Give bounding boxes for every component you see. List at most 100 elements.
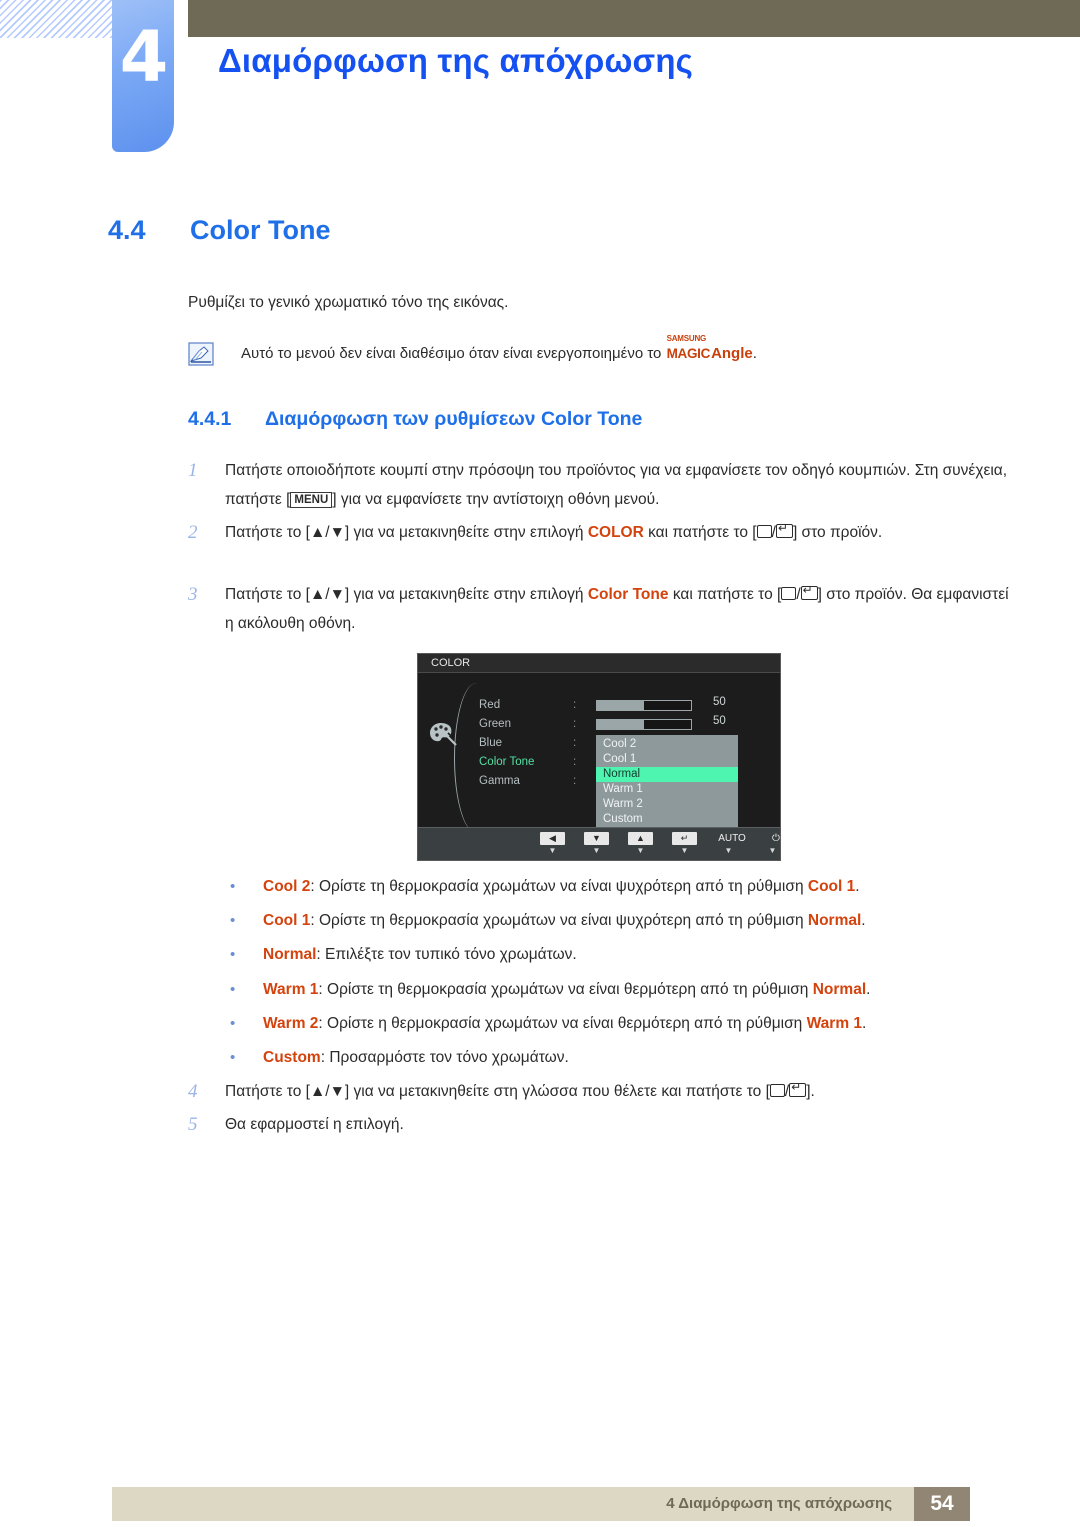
step-5-text: Θα εφαρμοστεί η επιλογή. (225, 1116, 404, 1133)
osd-menu-screenshot: COLOR Red Green Blue Color Tone Gamma : … (417, 653, 781, 861)
page-header: 4 Διαμόρφωση της απόχρωσης (0, 0, 1080, 172)
source-key-icon (781, 587, 797, 600)
step-1-part2: ] για να εμφανίσετε την αντίστοιχη οθόνη… (332, 491, 660, 508)
list-item: • Cool 2: Ορίστε τη θερμοκρασία χρωμάτων… (228, 877, 860, 897)
note-text: Αυτό το μενού δεν είναι διαθέσιμο όταν ε… (241, 335, 757, 363)
osd-slider-red-fill (597, 701, 644, 710)
bullet-body: : Επιλέξτε τον τυπικό τόνο χρωμάτων. (316, 946, 577, 963)
step-2-part3: ] στο προϊόν. (792, 524, 883, 541)
list-item: • Custom: Προσαρμόστε τον τόνο χρωμάτων. (228, 1048, 569, 1068)
enter-arrow-icon: ↵ (672, 832, 697, 845)
osd-slider-green-fill (597, 720, 644, 729)
chapter-number: 4 (119, 16, 169, 98)
logo-magic-text: MAGIC (666, 346, 711, 361)
step-4: 4 Πατήστε το [▲/▼] για να μετακινηθείτε … (188, 1077, 1015, 1106)
bullet-term: Cool 2 (263, 878, 311, 895)
step-1-number: 1 (188, 460, 198, 481)
subsection-number: 4.4.1 (188, 408, 232, 430)
list-item: • Normal: Επιλέξτε τον τυπικό τόνο χρωμά… (228, 945, 577, 965)
osd-colon-gamma: : (573, 775, 577, 787)
osd-option-cool-1[interactable]: Cool 1 (596, 752, 738, 767)
bullet-body: : Ορίστε τη θερμοκρασία χρωμάτων να είνα… (310, 878, 808, 895)
osd-button-group: ◀ ▼ ▼ ▼ ▲ ▼ ↵ ▼ AUTO ▼ ⏻ ▼ (540, 832, 785, 855)
bullet-term: Custom (263, 1049, 321, 1066)
step-2-text: Πατήστε το [▲/▼] για να μετακινηθείτε στ… (225, 518, 1015, 547)
footer-chapter-label: 4 Διαμόρφωση της απόχρωσης (666, 1495, 892, 1512)
chapter-title: Διαμόρφωση της απόχρωσης (218, 42, 694, 79)
osd-option-cool-2[interactable]: Cool 2 (596, 737, 738, 752)
samsung-magic-logo: SAMSUNG MAGIC (666, 335, 711, 362)
osd-color-tone-dropdown[interactable]: Cool 2 Cool 1 Normal Warm 1 Warm 2 Custo… (596, 735, 738, 829)
down-arrow-button[interactable]: ▼ ▼ (584, 832, 609, 855)
bullet-term: Warm 2 (263, 1015, 319, 1032)
section-title: Color Tone (190, 215, 331, 245)
enter-key-icon (775, 524, 793, 538)
step-4-part1: Πατήστε το [▲/▼] για να μετακινηθείτε στ… (225, 1083, 770, 1100)
bullet-text: Warm 2: Ορίστε η θερμοκρασία χρωμάτων να… (263, 1014, 866, 1034)
subsection-title: Διαμόρφωση των ρυθμίσεων Color Tone (265, 408, 643, 430)
step-3-number: 3 (188, 584, 198, 605)
bullet-tail: . (866, 981, 871, 998)
subsection-heading: 4.4.1 Διαμόρφωση των ρυθμίσεων Color Ton… (188, 408, 642, 431)
osd-value-red: 50 (713, 696, 726, 708)
bullet-text: Warm 1: Ορίστε τη θερμοκρασία χρωμάτων ν… (263, 980, 870, 1000)
step-2: 2 Πατήστε το [▲/▼] για να μετακινηθείτε … (188, 518, 1015, 547)
step-2-part1: Πατήστε το [▲/▼] για να μετακινηθείτε στ… (225, 524, 584, 541)
osd-option-custom[interactable]: Custom (596, 812, 738, 827)
bullet-term-2: Normal (812, 981, 867, 998)
bullet-text: Cool 1: Ορίστε τη θερμοκρασία χρωμάτων ν… (263, 911, 866, 931)
page-footer: 4 Διαμόρφωση της απόχρωσης 54 (112, 1487, 970, 1521)
enter-key-icon (789, 1083, 807, 1097)
color-palette-icon (429, 721, 459, 747)
bullet-term: Cool 1 (263, 912, 311, 929)
left-arrow-button[interactable]: ◀ ▼ (540, 832, 565, 855)
osd-option-normal[interactable]: Normal (596, 767, 738, 782)
page-number: 54 (914, 1487, 970, 1521)
list-item: • Warm 1: Ορίστε τη θερμοκρασία χρωμάτων… (228, 980, 870, 1000)
osd-body: Red Green Blue Color Tone Gamma : : : : … (418, 673, 780, 833)
osd-colon-blue: : (573, 737, 577, 749)
auto-button[interactable]: AUTO ▼ (716, 832, 746, 855)
step-5-number: 5 (188, 1114, 198, 1135)
step-3: 3 Πατήστε το [▲/▼] για να μετακινηθείτε … (188, 580, 1015, 638)
osd-option-warm-1[interactable]: Warm 1 (596, 782, 738, 797)
osd-slider-red[interactable] (596, 700, 692, 711)
auto-label-icon: AUTO (718, 833, 746, 844)
step-3-part1: Πατήστε το [▲/▼] για να μετακινηθείτε στ… (225, 586, 584, 603)
list-item: • Warm 2: Ορίστε η θερμοκρασία χρωμάτων … (228, 1014, 866, 1034)
step-4-part2: ]. (806, 1083, 815, 1100)
osd-colon-column: : : : : : (573, 696, 576, 791)
power-icon: ⏻ (772, 833, 780, 844)
section-number: 4.4 (108, 215, 146, 245)
bullet-dot-icon: • (230, 981, 236, 998)
power-button[interactable]: ⏻ ▼ (760, 832, 785, 855)
enter-button[interactable]: ↵ ▼ (672, 832, 697, 855)
osd-option-warm-2[interactable]: Warm 2 (596, 797, 738, 812)
chapter-tab: 4 (112, 0, 174, 152)
down-arrow-icon: ▼ (584, 832, 609, 845)
button-tick: ▼ (548, 846, 557, 855)
step-1: 1 Πατήστε οποιοδήποτε κουμπί στην πρόσοψ… (188, 456, 1015, 514)
bullet-text: Custom: Προσαρμόστε τον τόνο χρωμάτων. (263, 1048, 569, 1068)
button-tick: ▼ (636, 846, 645, 855)
osd-colon-red: : (573, 699, 577, 711)
step-3-text: Πατήστε το [▲/▼] για να μετακινηθείτε στ… (225, 580, 1015, 638)
step-2-part2: και πατήστε το [ (648, 524, 757, 541)
logo-samsung-text: SAMSUNG (666, 334, 707, 343)
bullet-dot-icon: • (230, 1015, 236, 1032)
source-key-icon (769, 1084, 785, 1097)
section-intro: Ρυθμίζει το γενικό χρωματικό τόνο της ει… (188, 294, 509, 311)
step-4-number: 4 (188, 1081, 198, 1102)
source-key-icon (756, 525, 772, 538)
section-heading: 4.4 Color Tone (108, 215, 330, 246)
header-bar (188, 0, 1080, 37)
up-arrow-button[interactable]: ▲ ▼ (628, 832, 653, 855)
step-3-part2: και πατήστε το [ (672, 586, 782, 603)
button-tick: ▼ (724, 846, 733, 855)
logo-angle-text: Angle (711, 345, 753, 362)
step-4-text: Πατήστε το [▲/▼] για να μετακινηθείτε στ… (225, 1077, 1015, 1106)
bullet-dot-icon: • (230, 878, 236, 895)
osd-slider-green[interactable] (596, 719, 692, 730)
note-block: Αυτό το μενού δεν είναι διαθέσιμο όταν ε… (188, 335, 757, 366)
step-2-keyword: COLOR (587, 524, 644, 541)
